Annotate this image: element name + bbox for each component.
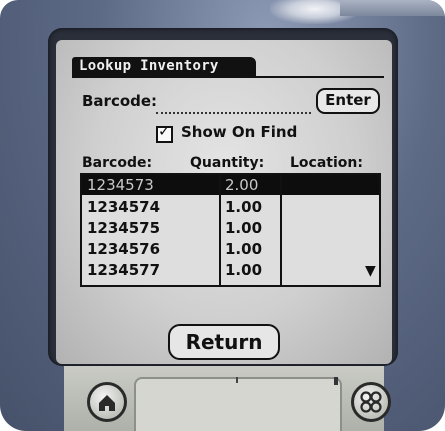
show-on-find-checkbox[interactable]: ✓ [156,122,173,143]
enter-button[interactable]: Enter [316,88,380,114]
check-icon: ✓ [158,122,171,140]
row-quantity: 1.00 [225,219,263,237]
return-button[interactable]: Return [168,324,280,360]
home-button[interactable] [87,382,127,422]
row-barcode: 1234574 [87,198,161,216]
table-row[interactable]: 1234577 1.00 [82,260,379,280]
page-title: Lookup Inventory [79,58,219,74]
column-header-quantity: Quantity: [190,155,265,171]
row-barcode: 1234575 [87,219,161,237]
table-row[interactable]: 1234576 1.00 [82,239,379,259]
column-divider [280,175,282,285]
show-on-find-label[interactable]: Show On Find [181,123,297,141]
column-divider [219,175,221,285]
apps-button[interactable] [351,382,391,422]
table-row[interactable]: 1234574 1.00 [82,197,379,217]
row-quantity: 1.00 [225,240,263,258]
barcode-label: Barcode: [82,92,158,110]
device-top-edge [340,0,445,16]
scroll-down-arrow-icon[interactable]: ▼ [365,263,376,279]
row-barcode: 1234577 [87,261,161,279]
row-quantity: 1.00 [225,198,263,216]
column-header-barcode: Barcode: [82,155,153,171]
home-icon [99,395,115,411]
pda-device: Lookup Inventory Barcode: Enter ✓ Show O… [0,0,445,431]
title-divider [72,76,384,78]
table-row[interactable]: 1234575 1.00 [82,218,379,238]
apps-icon [360,391,382,413]
graffiti-input-area[interactable] [134,377,342,431]
row-quantity: 1.00 [225,261,263,279]
row-quantity: 2.00 [225,176,259,194]
inventory-table: 1234573 2.00 1234574 1.00 1234575 1.00 1… [80,173,381,287]
graffiti-divider-mark [236,377,238,383]
title-bar: Lookup Inventory [72,57,256,77]
row-barcode: 1234573 [87,176,154,194]
row-barcode: 1234576 [87,240,161,258]
column-header-location: Location: [290,155,363,171]
graffiti-corner-mark [334,377,338,385]
table-row[interactable]: 1234573 2.00 [82,175,379,195]
lcd-screen: Lookup Inventory Barcode: Enter ✓ Show O… [56,40,392,364]
barcode-input[interactable] [156,100,311,114]
